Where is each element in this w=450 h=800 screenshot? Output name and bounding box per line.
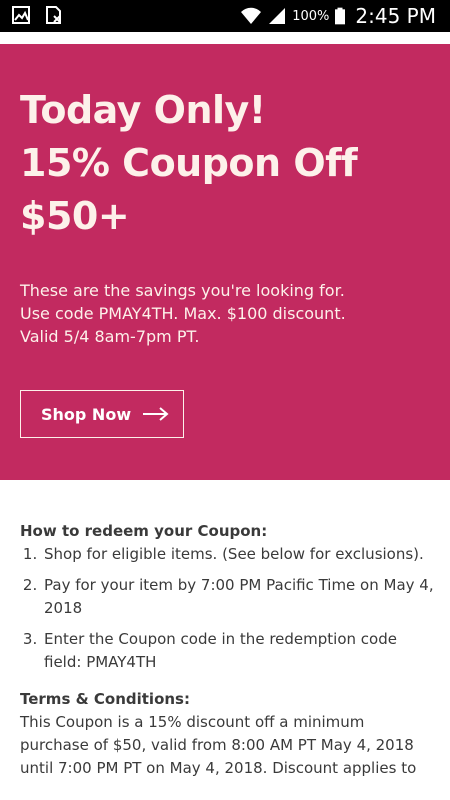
redeem-heading: How to redeem your Coupon: [20, 522, 268, 540]
promo-title-line: Today Only! [20, 88, 266, 132]
sim-icon [46, 6, 61, 24]
top-spacer [0, 32, 450, 44]
promo-banner: Today Only! 15% Coupon Off $50+ These ar… [0, 44, 450, 480]
promo-subtitle-line: These are the savings you're looking for… [20, 281, 345, 300]
shop-now-button[interactable]: Shop Now [20, 390, 184, 438]
promo-title: Today Only! 15% Coupon Off $50+ [20, 84, 430, 243]
promo-title-line: $50+ [20, 194, 130, 238]
promo-title-line: 15% Coupon Off [20, 141, 358, 185]
clock: 2:45 PM [355, 4, 436, 28]
terms-heading: Terms & Conditions: [20, 690, 190, 708]
promo-subtitle-line: Valid 5/4 8am-7pm PT. [20, 327, 200, 346]
gallery-icon [12, 6, 30, 24]
status-bar: 100% 2:45 PM [0, 0, 450, 32]
list-item: Shop for eligible items. (See below for … [42, 543, 435, 566]
shop-now-label: Shop Now [41, 404, 132, 424]
terms-body: This Coupon is a 15% discount off a mini… [20, 713, 417, 777]
wifi-icon [241, 7, 262, 24]
battery-percent: 100% [292, 8, 330, 24]
list-item: Pay for your item by 7:00 PM Pacific Tim… [42, 574, 435, 620]
promo-subtitle: These are the savings you're looking for… [20, 279, 430, 348]
list-item: Enter the Coupon code in the redemption … [42, 628, 435, 674]
signal-icon [269, 8, 286, 24]
redeem-steps: Shop for eligible items. (See below for … [20, 543, 435, 674]
coupon-details: How to redeem your Coupon: Shop for elig… [20, 520, 435, 780]
battery-icon [335, 7, 346, 25]
arrow-right-icon [143, 407, 169, 421]
promo-subtitle-line: Use code PMAY4TH. Max. $100 discount. [20, 304, 346, 323]
